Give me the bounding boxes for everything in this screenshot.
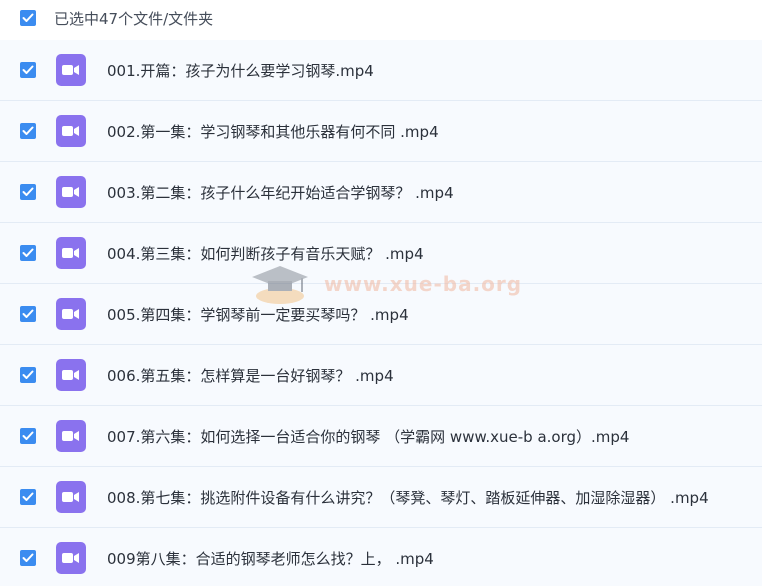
selection-summary: 已选中47个文件/文件夹 <box>54 9 214 28</box>
file-name[interactable]: 004.第三集：如何判断孩子有音乐天赋？ .mp4 <box>107 243 424 264</box>
file-list-panel: 已选中47个文件/文件夹 001.开篇：孩子为什么要学习钢琴.mp4 002.第… <box>0 0 762 586</box>
file-row[interactable]: 006.第五集：怎样算是一台好钢琴？ .mp4 <box>0 345 762 406</box>
file-row[interactable]: 005.第四集：学钢琴前一定要买琴吗？ .mp4 <box>0 284 762 345</box>
file-row[interactable]: 008.第七集：挑选附件设备有什么讲究？（琴凳、琴灯、踏板延伸器、加湿除湿器） … <box>0 467 762 528</box>
file-name[interactable]: 007.第六集：如何选择一台适合你的钢琴 （学霸网 www.xue-b a.or… <box>107 426 629 447</box>
check-icon <box>22 431 34 440</box>
file-checkbox[interactable] <box>20 184 36 200</box>
file-row[interactable]: 003.第二集：孩子什么年纪开始适合学钢琴？ .mp4 <box>0 162 762 223</box>
file-checkbox[interactable] <box>20 489 36 505</box>
select-all-checkbox[interactable] <box>20 10 36 26</box>
file-checkbox[interactable] <box>20 367 36 383</box>
file-name[interactable]: 001.开篇：孩子为什么要学习钢琴.mp4 <box>107 60 374 81</box>
check-icon <box>22 187 34 196</box>
check-icon <box>22 492 34 501</box>
video-icon <box>56 298 86 330</box>
file-row[interactable]: 002.第一集：学习钢琴和其他乐器有何不同 .mp4 <box>0 101 762 162</box>
file-checkbox[interactable] <box>20 62 36 78</box>
check-icon <box>22 370 34 379</box>
video-icon <box>56 542 86 574</box>
file-name[interactable]: 009第八集：合适的钢琴老师怎么找？上， .mp4 <box>107 548 434 569</box>
check-icon <box>22 553 34 562</box>
check-icon <box>22 248 34 257</box>
file-name[interactable]: 006.第五集：怎样算是一台好钢琴？ .mp4 <box>107 365 394 386</box>
file-checkbox[interactable] <box>20 550 36 566</box>
check-icon <box>22 126 34 135</box>
file-row[interactable]: 009第八集：合适的钢琴老师怎么找？上， .mp4 <box>0 528 762 586</box>
video-icon <box>56 359 86 391</box>
check-icon <box>22 13 34 22</box>
file-row[interactable]: 001.开篇：孩子为什么要学习钢琴.mp4 <box>0 40 762 101</box>
video-icon <box>56 176 86 208</box>
video-icon <box>56 54 86 86</box>
file-row[interactable]: 004.第三集：如何判断孩子有音乐天赋？ .mp4 <box>0 223 762 284</box>
file-checkbox[interactable] <box>20 428 36 444</box>
check-icon <box>22 65 34 74</box>
file-name[interactable]: 003.第二集：孩子什么年纪开始适合学钢琴？ .mp4 <box>107 182 454 203</box>
video-icon <box>56 237 86 269</box>
video-icon <box>56 481 86 513</box>
file-name[interactable]: 008.第七集：挑选附件设备有什么讲究？（琴凳、琴灯、踏板延伸器、加湿除湿器） … <box>107 487 709 508</box>
selection-header: 已选中47个文件/文件夹 <box>0 0 762 36</box>
file-checkbox[interactable] <box>20 245 36 261</box>
file-name[interactable]: 002.第一集：学习钢琴和其他乐器有何不同 .mp4 <box>107 121 439 142</box>
video-icon <box>56 115 86 147</box>
check-icon <box>22 309 34 318</box>
file-list: 001.开篇：孩子为什么要学习钢琴.mp4 002.第一集：学习钢琴和其他乐器有… <box>0 40 762 586</box>
file-checkbox[interactable] <box>20 306 36 322</box>
file-checkbox[interactable] <box>20 123 36 139</box>
file-row[interactable]: 007.第六集：如何选择一台适合你的钢琴 （学霸网 www.xue-b a.or… <box>0 406 762 467</box>
video-icon <box>56 420 86 452</box>
file-name[interactable]: 005.第四集：学钢琴前一定要买琴吗？ .mp4 <box>107 304 409 325</box>
